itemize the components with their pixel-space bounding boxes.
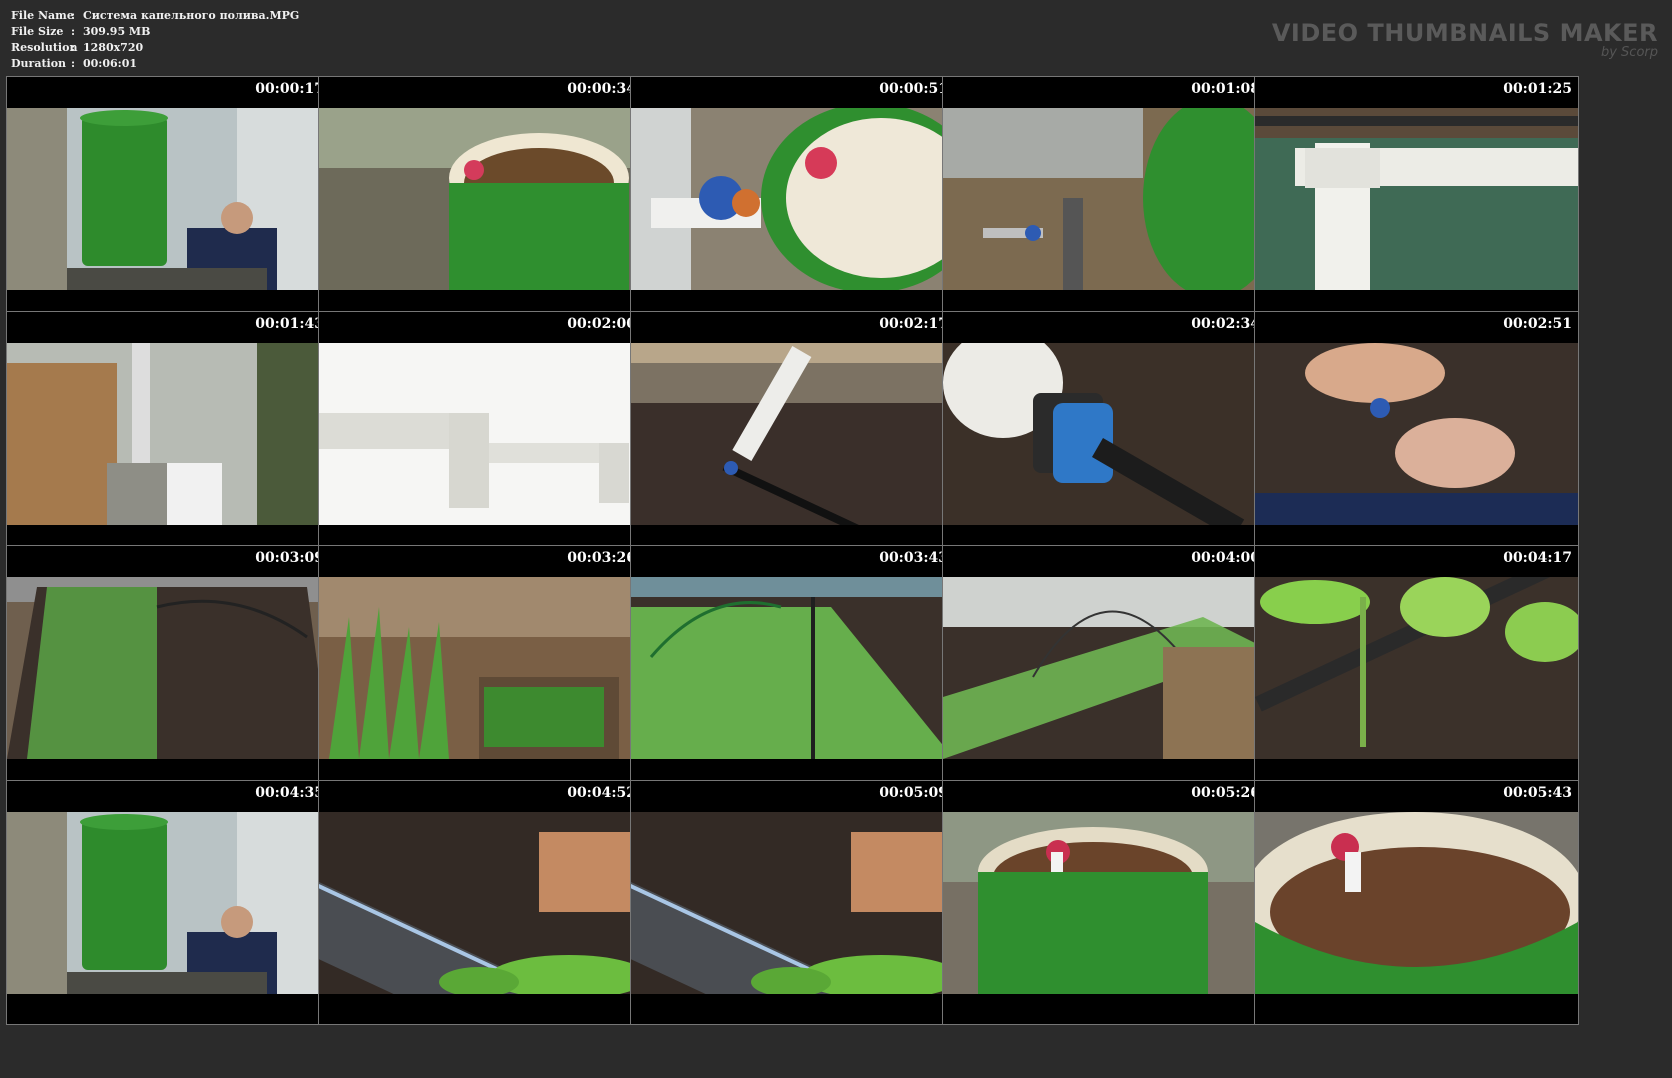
thumbnail-frame-image: [1255, 812, 1578, 994]
thumbnail-frame-image: [943, 108, 1266, 290]
file-info-separator: :: [71, 41, 76, 54]
thumbnail-timestamp: 00:04:17: [1503, 550, 1572, 566]
info-header: File Name: Система капельного полива.MPG F…: [0, 0, 1672, 76]
thumbnail-frame-image: [319, 812, 642, 994]
video-thumbnail[interactable]: 00:00:17: [6, 76, 331, 321]
thumbnail-timestamp: 00:03:09: [255, 550, 324, 566]
file-info-separator: :: [71, 57, 76, 70]
thumbnail-grid: 00:00:17 00:00:34 00:00:51 00:01:08 00:01:25…: [6, 76, 1668, 1072]
thumbnail-frame-image: [631, 812, 954, 994]
file-info-row: Duration:00:06:01: [11, 56, 299, 72]
thumbnail-timestamp: 00:01:25: [1503, 81, 1572, 97]
thumbnail-timestamp: 00:02:17: [879, 316, 948, 332]
thumbnail-timestamp: 00:05:43: [1503, 785, 1572, 801]
video-thumbnail[interactable]: 00:04:52: [318, 780, 643, 1025]
thumbnail-frame-image: [631, 343, 954, 525]
thumbnail-frame-image: [631, 577, 954, 759]
video-thumbnail[interactable]: 00:02:51: [1254, 311, 1579, 556]
file-info: File Name: Система капельного полива.MPG F…: [11, 8, 299, 72]
thumbnail-timestamp: 00:05:09: [879, 785, 948, 801]
thumbnail-timestamp: 00:01:43: [255, 316, 324, 332]
file-info-label: Duration: [11, 57, 67, 70]
video-thumbnail[interactable]: 00:02:17: [630, 311, 955, 556]
thumbnail-frame-image: [7, 577, 330, 759]
video-thumbnail[interactable]: 00:02:34: [942, 311, 1267, 556]
thumbnail-frame-image: [1255, 577, 1578, 759]
file-info-label: File Size: [11, 25, 64, 38]
thumbnail-frame-image: [319, 108, 642, 290]
video-thumbnail[interactable]: 00:01:25: [1254, 76, 1579, 321]
thumbnail-frame-image: [943, 812, 1266, 994]
thumbnail-timestamp: 00:05:26: [1191, 785, 1260, 801]
file-info-row: File Name: Система капельного полива.MPG: [11, 8, 299, 24]
video-thumbnail[interactable]: 00:00:34: [318, 76, 643, 321]
brand-subtitle: by Scorp: [1600, 45, 1658, 60]
video-thumbnail[interactable]: 00:00:51: [630, 76, 955, 321]
thumbnail-timestamp: 00:02:00: [567, 316, 636, 332]
video-thumbnail[interactable]: 00:03:09: [6, 545, 331, 790]
video-thumbnail[interactable]: 00:05:26: [942, 780, 1267, 1025]
video-thumbnail[interactable]: 00:02:00: [318, 311, 643, 556]
video-thumbnail[interactable]: 00:05:43: [1254, 780, 1579, 1025]
thumbnail-timestamp: 00:04:00: [1191, 550, 1260, 566]
file-info-value: 309.95 MB: [83, 25, 151, 38]
thumbnail-timestamp: 00:03:26: [567, 550, 636, 566]
thumbnail-frame-image: [1255, 343, 1578, 525]
file-info-value: 1280x720: [83, 41, 144, 54]
thumbnail-timestamp: 00:00:51: [879, 81, 948, 97]
file-info-row: Resolution:1280x720: [11, 40, 299, 56]
thumbnail-frame-image: [319, 577, 642, 759]
thumbnail-frame-image: [7, 343, 330, 525]
thumbnail-timestamp: 00:02:51: [1503, 316, 1572, 332]
file-info-separator: :: [71, 9, 76, 22]
thumbnail-timestamp: 00:03:43: [879, 550, 948, 566]
brand-title: VIDEO THUMBNAILS MAKER: [1271, 19, 1658, 47]
video-thumbnail[interactable]: 00:04:00: [942, 545, 1267, 790]
video-thumbnail[interactable]: 00:04:35: [6, 780, 331, 1025]
thumbnail-frame-image: [7, 108, 330, 290]
file-info-value: Система капельного полива.MPG: [83, 9, 300, 22]
file-info-row: File Size:309.95 MB: [11, 24, 299, 40]
thumbnail-frame-image: [1255, 108, 1578, 290]
file-info-value: 00:06:01: [83, 57, 138, 70]
thumbnail-frame-image: [943, 343, 1266, 525]
thumbnail-timestamp: 00:01:08: [1191, 81, 1260, 97]
brand-logo: VIDEO THUMBNAILS MAKER by Scorp: [1272, 20, 1658, 60]
thumbnail-timestamp: 00:02:34: [1191, 316, 1260, 332]
video-thumbnail[interactable]: 00:05:09: [630, 780, 955, 1025]
thumbnail-frame-image: [7, 812, 330, 994]
video-thumbnail[interactable]: 00:03:26: [318, 545, 643, 790]
thumbnail-frame-image: [943, 577, 1266, 759]
thumbnail-frame-image: [631, 108, 954, 290]
thumbnail-timestamp: 00:00:34: [567, 81, 636, 97]
thumbnail-timestamp: 00:04:35: [255, 785, 324, 801]
file-info-separator: :: [71, 25, 76, 38]
thumbnail-timestamp: 00:00:17: [255, 81, 324, 97]
thumbnail-timestamp: 00:04:52: [567, 785, 636, 801]
thumbnail-frame-image: [319, 343, 642, 525]
video-thumbnail[interactable]: 00:01:43: [6, 311, 331, 556]
video-thumbnail[interactable]: 00:03:43: [630, 545, 955, 790]
file-info-label: Resolution: [11, 41, 78, 54]
file-info-label: File Name: [11, 9, 74, 22]
video-thumbnail[interactable]: 00:01:08: [942, 76, 1267, 321]
video-thumbnail[interactable]: 00:04:17: [1254, 545, 1579, 790]
